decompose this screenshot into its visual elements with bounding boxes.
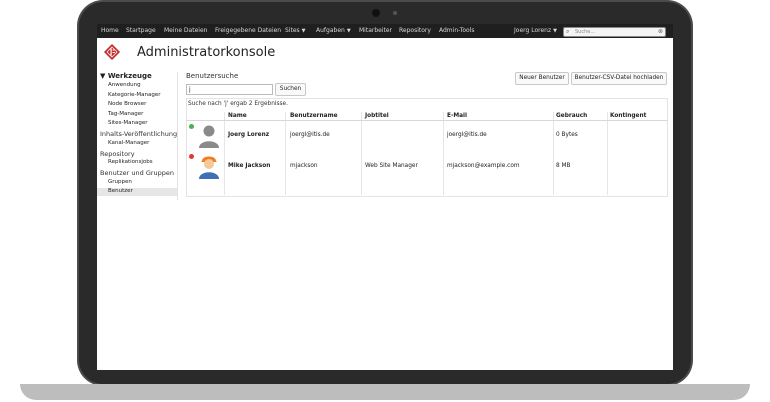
result-message: Suche nach 'j' ergab 2 Ergebnisse.	[188, 101, 288, 107]
chevron-down-icon: ▼	[301, 28, 306, 34]
sidebar-item-sites-manager[interactable]: Sites-Manager	[108, 120, 148, 126]
sidebar-group-tools[interactable]: ▼ Werkzeuge	[100, 72, 152, 80]
column-header-quota[interactable]: Kontingent	[610, 113, 646, 119]
email-cell[interactable]: joergl@itis.de	[447, 132, 487, 138]
user-menu[interactable]: Joerg Lorenz ▼	[514, 27, 557, 34]
sidebar-group-label: Werkzeuge	[107, 72, 152, 80]
logo-icon	[104, 44, 120, 60]
sidebar-item-category-manager[interactable]: Kategorie-Manager	[108, 92, 161, 98]
webcam	[372, 9, 380, 17]
sidebar-item-tag-manager[interactable]: Tag-Manager	[108, 111, 143, 117]
user-name-cell[interactable]: Joerg Lorenz	[228, 132, 269, 138]
nav-shared-files[interactable]: Freigegebene Dateien	[215, 27, 281, 34]
table-header-divider	[186, 120, 668, 121]
sidebar-item-channel-manager[interactable]: Kanal-Manager	[108, 140, 149, 146]
screen: Home Startpage Meine Dateien Freigegeben…	[97, 24, 673, 370]
usage-cell: 0 Bytes	[556, 132, 578, 138]
nav-tasks-label: Aufgaben	[316, 27, 345, 34]
column-header-jobtitle[interactable]: Jobtitel	[365, 113, 389, 119]
results-panel	[186, 98, 668, 197]
nav-tasks[interactable]: Aufgaben ▼	[316, 27, 351, 34]
column-separator	[553, 112, 554, 195]
nav-sites-label: Sites	[285, 27, 300, 34]
sidebar-group-publishing[interactable]: Inhalts-Veröffentlichung	[100, 130, 177, 138]
column-separator	[224, 112, 225, 195]
sidebar-group-users-groups[interactable]: Benutzer und Gruppen	[100, 169, 174, 177]
avatar-icon	[199, 156, 219, 179]
sidebar-divider	[177, 72, 178, 200]
top-navbar: Home Startpage Meine Dateien Freigegeben…	[97, 24, 673, 38]
column-header-email[interactable]: E-Mail	[447, 113, 467, 119]
chevron-down-icon: ▼	[553, 28, 557, 34]
page-title: Administratorkonsole	[137, 45, 276, 60]
jobtitle-cell: Web Site Manager	[365, 163, 418, 169]
clear-icon[interactable]: ⊗	[658, 28, 663, 35]
column-separator	[361, 112, 362, 195]
sidebar-item-replication-jobs[interactable]: Replikationsjobs	[108, 159, 153, 165]
sidebar-group-repository[interactable]: Repository	[100, 150, 135, 158]
section-title: Benutzersuche	[186, 72, 239, 80]
user-search-input[interactable]: j	[186, 84, 273, 95]
sidebar-item-users[interactable]: Benutzer	[97, 188, 177, 196]
nav-sites[interactable]: Sites ▼	[285, 27, 306, 34]
email-cell[interactable]: mjackson@example.com	[447, 163, 520, 169]
search-button[interactable]: Suchen	[275, 83, 306, 96]
nav-repository[interactable]: Repository	[399, 27, 431, 34]
sidebar-item-application[interactable]: Anwendung	[108, 82, 141, 88]
usage-cell: 8 MB	[556, 163, 571, 169]
username-cell: joergl@itis.de	[290, 132, 330, 138]
upload-csv-button[interactable]: Benutzer-CSV-Datei hochladen	[571, 72, 667, 85]
user-name: Joerg Lorenz	[514, 27, 552, 34]
column-separator	[285, 112, 286, 195]
column-header-username[interactable]: Benutzername	[290, 113, 338, 119]
status-online-icon	[189, 124, 194, 129]
username-cell: mjackson	[290, 163, 318, 169]
laptop-base	[20, 384, 750, 400]
column-separator	[443, 112, 444, 195]
avatar-icon	[199, 125, 219, 148]
column-separator	[607, 112, 608, 195]
user-name-cell[interactable]: Mike Jackson	[228, 163, 270, 169]
column-header-name[interactable]: Name	[228, 113, 247, 119]
nav-people[interactable]: Mitarbeiter	[359, 27, 392, 34]
sidebar-item-groups[interactable]: Gruppen	[108, 179, 132, 185]
nav-home[interactable]: Home	[101, 27, 119, 34]
status-disabled-icon	[189, 154, 194, 159]
light-sensor	[393, 11, 397, 15]
nav-my-files[interactable]: Meine Dateien	[164, 27, 207, 34]
nav-admin-tools[interactable]: Admin-Tools	[439, 27, 475, 34]
nav-startpage[interactable]: Startpage	[126, 27, 156, 34]
column-header-usage[interactable]: Gebrauch	[556, 113, 587, 119]
new-user-button[interactable]: Neuer Benutzer	[515, 72, 569, 85]
sidebar-item-node-browser[interactable]: Node Browser	[108, 101, 146, 107]
chevron-down-icon: ▼	[346, 28, 351, 34]
search-placeholder: Suche...	[575, 29, 596, 35]
global-search-input[interactable]: ⌕ Suche... ⊗	[563, 27, 666, 37]
search-icon: ⌕	[566, 28, 570, 35]
